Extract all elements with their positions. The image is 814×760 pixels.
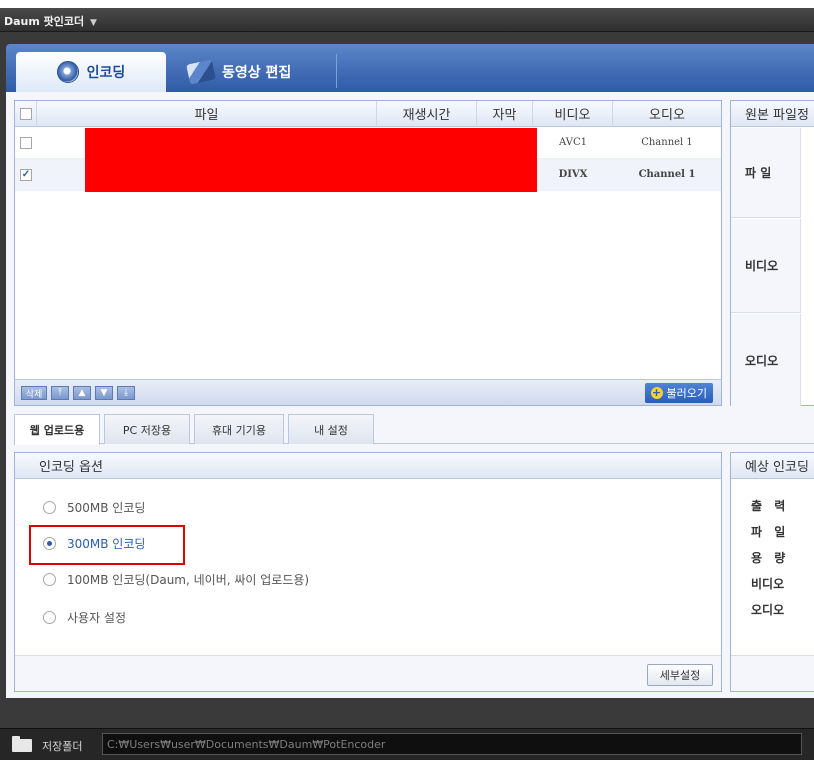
- column-header-duration[interactable]: 재생시간: [377, 100, 477, 127]
- radio-100mb[interactable]: [43, 573, 56, 586]
- save-folder-path-field[interactable]: C:₩Users₩user₩Documents₩Daum₩PotEncoder: [102, 733, 802, 755]
- main-tab-bar: 인코딩 동영상 편집: [6, 44, 814, 92]
- tab-video-edit[interactable]: 동영상 편집: [178, 52, 338, 92]
- source-video-label-text: 비디오: [745, 259, 779, 273]
- option-500mb[interactable]: 500MB 인코딩: [43, 499, 145, 516]
- row-video-codec: DIVX: [558, 169, 588, 180]
- load-files-label: 불러오기: [666, 387, 707, 400]
- tab-pc-storage[interactable]: PC 저장용: [104, 414, 190, 444]
- delete-button[interactable]: 삭제: [21, 386, 47, 400]
- folder-icon[interactable]: [12, 736, 32, 752]
- app-frame: 인코딩 동영상 편집 파일 재생시간 자막 비디오 오디오 AVC1 Chann…: [0, 32, 814, 760]
- encoding-options-panel: 인코딩 옵션 500MB 인코딩 300MB 인코딩 100MB 인코딩(Dau…: [14, 452, 722, 692]
- main-content: 파일 재생시간 자막 비디오 오디오 AVC1 Channel 1 ✓ DIVX: [6, 92, 814, 698]
- redacted-filenames: [85, 128, 537, 192]
- row-select[interactable]: ✓: [15, 159, 37, 191]
- expected-info-title: 예상 인코딩: [731, 453, 814, 479]
- expected-info-panel: 예상 인코딩 출 력 파 일 용 량 비디오 오디오: [730, 452, 814, 692]
- selection-highlight-box: [29, 525, 185, 565]
- app-title[interactable]: Daum 팟인코더 ▼: [4, 13, 97, 29]
- tab-separator: [336, 54, 337, 88]
- tab-video-edit-label: 동영상 편집: [222, 65, 292, 81]
- row-select[interactable]: [15, 127, 37, 159]
- tab-web-upload[interactable]: 웹 업로드용: [14, 414, 100, 445]
- option-100mb[interactable]: 100MB 인코딩(Daum, 네이버, 싸이 업로드용): [43, 571, 309, 588]
- radio-500mb[interactable]: [43, 501, 56, 514]
- source-file-label-text: 파 일: [745, 166, 772, 180]
- move-bottom-icon[interactable]: ⤓: [117, 386, 135, 400]
- header-select-all[interactable]: [15, 100, 37, 127]
- file-list-header: 파일 재생시간 자막 비디오 오디오: [15, 100, 721, 127]
- row-audio-channel: Channel 1: [638, 169, 696, 180]
- file-list-panel: 파일 재생시간 자막 비디오 오디오 AVC1 Channel 1 ✓ DIVX: [14, 100, 722, 406]
- option-500mb-label: 500MB 인코딩: [67, 501, 146, 515]
- move-top-icon[interactable]: ⤒: [51, 386, 69, 400]
- tab-encoding[interactable]: 인코딩: [16, 52, 166, 92]
- option-custom-label: 사용자 설정: [67, 611, 127, 625]
- expected-size-label: 용 량: [751, 551, 790, 565]
- save-folder-bar: 저장폴더 C:₩Users₩user₩Documents₩Daum₩PotEnc…: [0, 728, 814, 760]
- detail-settings-button[interactable]: 세부설정: [647, 664, 713, 686]
- app-title-text: Daum 팟인코더: [4, 15, 85, 28]
- tab-my-settings[interactable]: 내 설정: [288, 414, 374, 444]
- encoding-options-title: 인코딩 옵션: [15, 453, 721, 479]
- select-all-checkbox[interactable]: [19, 107, 32, 120]
- film-reel-icon: [186, 59, 216, 85]
- column-header-audio[interactable]: 오디오: [613, 101, 721, 127]
- expected-audio-label: 오디오: [751, 603, 785, 617]
- source-audio-label-text: 오디오: [745, 353, 779, 368]
- source-video-label: 비디오: [731, 219, 801, 313]
- row-checkbox-checked[interactable]: ✓: [20, 168, 32, 181]
- disc-icon: [56, 61, 79, 83]
- tab-mobile-device[interactable]: 휴대 기기용: [194, 414, 284, 444]
- expected-video-label: 비디오: [751, 577, 785, 591]
- tab-encoding-label: 인코딩: [86, 65, 126, 81]
- preset-tab-bar: 웹 업로드용 PC 저장용 휴대 기기용 내 설정: [14, 414, 814, 445]
- window-titlebar[interactable]: Daum 팟인코더 ▼: [0, 8, 814, 32]
- title-menu-caret-icon[interactable]: ▼: [90, 18, 97, 28]
- row-video-codec: AVC1: [559, 137, 587, 148]
- radio-custom[interactable]: [43, 611, 56, 624]
- row-checkbox[interactable]: [20, 136, 32, 149]
- column-header-subtitle[interactable]: 자막: [477, 100, 533, 127]
- column-header-file[interactable]: 파일: [37, 100, 377, 127]
- source-audio-label: 오디오: [731, 314, 801, 406]
- option-custom[interactable]: 사용자 설정: [43, 609, 126, 626]
- source-info-panel: 원본 파일정 파 일 비디오 오디오: [730, 100, 814, 406]
- source-file-label: 파 일: [731, 128, 801, 218]
- option-100mb-label: 100MB 인코딩(Daum, 네이버, 싸이 업로드용): [67, 573, 310, 587]
- expected-file-label: 파 일: [751, 525, 790, 539]
- column-header-video[interactable]: 비디오: [533, 100, 613, 127]
- source-info-title: 원본 파일정: [731, 101, 814, 127]
- expected-output-label: 출 력: [751, 499, 790, 513]
- expected-info-footer: [731, 655, 814, 691]
- save-folder-label: 저장폴더: [42, 740, 83, 753]
- file-list-footer: 삭제 ⤒ ▲ ▼ ⤓ + 불러오기: [15, 379, 721, 405]
- move-up-icon[interactable]: ▲: [73, 386, 91, 400]
- encoding-options-footer: 세부설정: [15, 655, 721, 691]
- load-files-button[interactable]: + 불러오기: [644, 383, 713, 403]
- row-audio-channel: Channel 1: [641, 137, 693, 148]
- move-down-icon[interactable]: ▼: [95, 386, 113, 400]
- add-icon: +: [650, 386, 663, 399]
